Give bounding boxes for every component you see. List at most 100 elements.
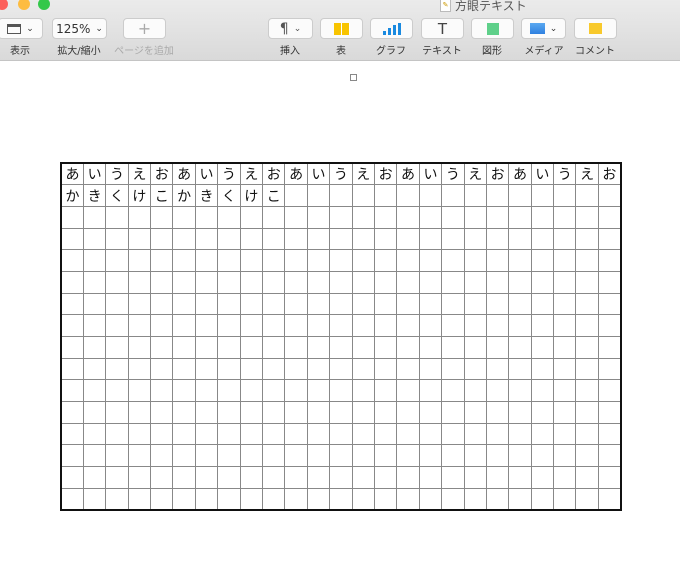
grid-cell[interactable]: [172, 466, 196, 489]
grid-cell[interactable]: [418, 336, 443, 359]
grid-cell[interactable]: [194, 422, 219, 446]
grid-cell[interactable]: [306, 422, 331, 446]
grid-cell[interactable]: [597, 184, 622, 207]
zoom-window-button[interactable]: [38, 0, 50, 10]
grid-cell[interactable]: [262, 401, 286, 424]
grid-cell[interactable]: [284, 336, 308, 359]
grid-cell[interactable]: [239, 205, 264, 229]
comment-button[interactable]: [574, 18, 617, 39]
grid-cell[interactable]: [351, 357, 375, 381]
grid-cell[interactable]: [396, 357, 420, 381]
grid-cell[interactable]: [105, 466, 129, 489]
grid-cell[interactable]: [553, 184, 577, 207]
grid-cell[interactable]: [396, 227, 420, 251]
grid-cell[interactable]: [82, 401, 107, 424]
grid-cell[interactable]: [597, 422, 622, 446]
grid-cell[interactable]: い: [306, 162, 331, 186]
grid-cell[interactable]: [60, 357, 84, 381]
grid-cell[interactable]: [329, 466, 353, 489]
grid-cell[interactable]: [60, 336, 84, 359]
grid-cell[interactable]: [553, 336, 577, 359]
grid-cell[interactable]: [396, 401, 420, 424]
grid-cell[interactable]: [329, 336, 353, 359]
grid-cell[interactable]: [508, 336, 532, 359]
grid-cell[interactable]: [306, 379, 331, 403]
grid-cell[interactable]: [373, 292, 398, 316]
grid-cell[interactable]: [463, 292, 487, 316]
grid-cell[interactable]: [418, 487, 443, 511]
grid-cell[interactable]: [262, 466, 286, 489]
grid-cell[interactable]: [597, 227, 622, 251]
grid-cell[interactable]: [82, 270, 107, 294]
grid-cell[interactable]: [194, 444, 219, 468]
grid-cell[interactable]: [217, 379, 241, 403]
grid-cell[interactable]: [418, 227, 443, 251]
grid-cell[interactable]: [105, 336, 129, 359]
grid-cell[interactable]: [105, 422, 129, 446]
grid-cell[interactable]: [575, 270, 599, 294]
grid-cell[interactable]: [150, 249, 174, 272]
grid-cell[interactable]: [553, 422, 577, 446]
grid-cell[interactable]: [82, 249, 107, 272]
grid-cell[interactable]: [172, 336, 196, 359]
grid-cell[interactable]: [396, 184, 420, 207]
grid-cell[interactable]: [396, 205, 420, 229]
grid-cell[interactable]: [172, 444, 196, 468]
grid-cell[interactable]: [553, 357, 577, 381]
grid-cell[interactable]: [508, 227, 532, 251]
grid-cell[interactable]: [508, 205, 532, 229]
grid-cell[interactable]: [575, 444, 599, 468]
minimize-window-button[interactable]: [18, 0, 30, 10]
grid-cell[interactable]: [306, 249, 331, 272]
grid-cell[interactable]: [463, 227, 487, 251]
grid-cell[interactable]: [553, 270, 577, 294]
grid-cell[interactable]: [373, 357, 398, 381]
grid-cell[interactable]: [262, 336, 286, 359]
grid-cell[interactable]: [82, 227, 107, 251]
grid-cell[interactable]: [82, 444, 107, 468]
grid-cell[interactable]: [508, 444, 532, 468]
grid-cell[interactable]: [575, 336, 599, 359]
grid-cell[interactable]: [239, 314, 264, 337]
table-button[interactable]: [320, 18, 363, 39]
grid-cell[interactable]: [306, 205, 331, 229]
grid-cell[interactable]: [127, 422, 152, 446]
grid-cell[interactable]: [508, 487, 532, 511]
grid-cell[interactable]: [217, 357, 241, 381]
grid-cell[interactable]: [441, 314, 465, 337]
grid-cell[interactable]: あ: [396, 162, 420, 186]
grid-cell[interactable]: [597, 444, 622, 468]
grid-cell[interactable]: [530, 357, 555, 381]
grid-cell[interactable]: [575, 401, 599, 424]
grid-cell[interactable]: [127, 314, 152, 337]
grid-cell[interactable]: [262, 487, 286, 511]
grid-cell[interactable]: [463, 487, 487, 511]
grid-cell[interactable]: [597, 357, 622, 381]
grid-cell[interactable]: [262, 249, 286, 272]
grid-cell[interactable]: [351, 205, 375, 229]
grid-cell[interactable]: う: [105, 162, 129, 186]
grid-cell[interactable]: き: [82, 184, 107, 207]
grid-cell[interactable]: [217, 270, 241, 294]
grid-cell[interactable]: [217, 422, 241, 446]
grid-cell[interactable]: [329, 270, 353, 294]
grid-cell[interactable]: [127, 357, 152, 381]
grid-cell[interactable]: [217, 336, 241, 359]
grid-cell[interactable]: [329, 379, 353, 403]
grid-cell[interactable]: [463, 444, 487, 468]
grid-cell[interactable]: [396, 270, 420, 294]
grid-cell[interactable]: [441, 205, 465, 229]
grid-cell[interactable]: [60, 292, 84, 316]
grid-cell[interactable]: [351, 336, 375, 359]
grid-cell[interactable]: [150, 227, 174, 251]
grid-cell[interactable]: [239, 487, 264, 511]
grid-cell[interactable]: [396, 249, 420, 272]
grid-cell[interactable]: [306, 270, 331, 294]
grid-cell[interactable]: [150, 487, 174, 511]
grid-cell[interactable]: [575, 292, 599, 316]
grid-cell[interactable]: [508, 270, 532, 294]
grid-cell[interactable]: [418, 444, 443, 468]
grid-cell[interactable]: [127, 227, 152, 251]
grid-cell[interactable]: [194, 205, 219, 229]
grid-cell[interactable]: [262, 444, 286, 468]
